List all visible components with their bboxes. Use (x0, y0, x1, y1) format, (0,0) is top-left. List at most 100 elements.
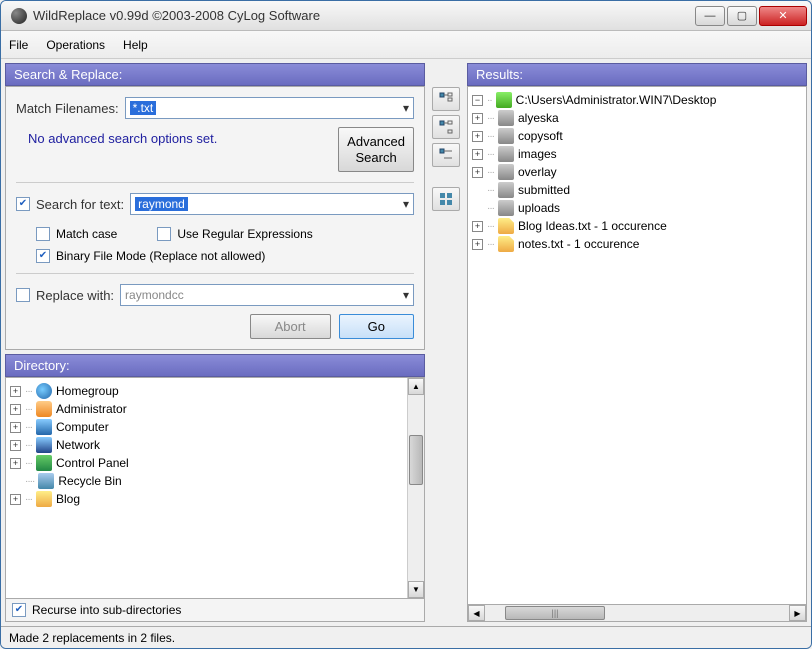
abort-button[interactable]: Abort (250, 314, 331, 339)
expand-icon[interactable]: + (472, 167, 483, 178)
search-body: Match Filenames: *.txt No advanced searc… (5, 86, 425, 350)
binary-mode-checkbox[interactable] (36, 249, 50, 263)
grid-view-button[interactable] (432, 187, 460, 211)
expand-icon[interactable]: + (472, 131, 483, 142)
tree-item[interactable]: +···images (472, 145, 802, 163)
scroll-thumb[interactable]: ||| (505, 606, 605, 620)
expand-icon[interactable]: + (10, 494, 21, 505)
app-window: WildReplace v0.99d ©2003-2008 CyLog Soft… (0, 0, 812, 649)
horizontal-scrollbar[interactable]: ◀ ||| ▶ (467, 605, 807, 622)
tree-item[interactable]: +···Administrator (10, 400, 420, 418)
tree-item[interactable]: ···uploads (472, 199, 802, 217)
search-options: Match case Use Regular Expressions (36, 223, 414, 245)
minimize-button[interactable]: — (695, 6, 725, 26)
match-case-checkbox[interactable] (36, 227, 50, 241)
tree-item[interactable]: +···Computer (10, 418, 420, 436)
search-for-text-checkbox[interactable] (16, 197, 30, 211)
search-for-text-combo[interactable]: raymond (130, 193, 414, 215)
scroll-thumb[interactable] (409, 435, 423, 485)
expand-icon[interactable]: + (10, 404, 21, 415)
regex-label: Use Regular Expressions (177, 227, 312, 241)
menu-operations[interactable]: Operations (46, 38, 105, 52)
match-filenames-label: Match Filenames: (16, 101, 119, 116)
tree-label: Computer (56, 420, 109, 434)
tree-label: copysoft (518, 129, 563, 143)
tree-item[interactable]: +···Blog (10, 490, 420, 508)
tree-view-2-button[interactable] (432, 115, 460, 139)
tree-view-3-button[interactable] (432, 143, 460, 167)
scroll-down-icon[interactable]: ▼ (408, 581, 424, 598)
go-button[interactable]: Go (339, 314, 414, 339)
replace-with-label: Replace with: (36, 288, 114, 303)
directory-tree[interactable]: +···Homegroup +···Administrator +···Comp… (5, 377, 425, 599)
tree-item-root[interactable]: −·· C:\Users\Administrator.WIN7\Desktop (472, 91, 802, 109)
replace-with-row: Replace with: raymondcc (16, 284, 414, 306)
menu-file[interactable]: File (9, 38, 28, 52)
scroll-right-icon[interactable]: ▶ (789, 605, 806, 621)
binary-mode-row: Binary File Mode (Replace not allowed) (36, 249, 414, 263)
expand-icon[interactable]: + (472, 149, 483, 160)
tree-label: Homegroup (56, 384, 119, 398)
tree-label: Network (56, 438, 100, 452)
folder-icon (498, 128, 514, 144)
scroll-up-icon[interactable]: ▲ (408, 378, 424, 395)
match-filenames-row: Match Filenames: *.txt (16, 97, 414, 119)
expand-icon[interactable]: + (10, 386, 21, 397)
match-case-label: Match case (56, 227, 117, 241)
tree-item[interactable]: +···notes.txt - 1 occurence (472, 235, 802, 253)
expand-icon[interactable]: + (10, 440, 21, 451)
folder-icon (498, 182, 514, 198)
expand-icon[interactable]: + (472, 239, 483, 250)
folder-icon (498, 110, 514, 126)
recurse-checkbox[interactable] (12, 603, 26, 617)
advanced-search-button[interactable]: Advanced Search (338, 127, 414, 172)
results-tree[interactable]: −·· C:\Users\Administrator.WIN7\Desktop … (467, 86, 807, 605)
tree-item[interactable]: +···alyeska (472, 109, 802, 127)
tree-item[interactable]: ····Recycle Bin (10, 472, 420, 490)
right-column: Results: −·· C:\Users\Administrator.WIN7… (467, 63, 807, 622)
expand-icon[interactable]: + (472, 113, 483, 124)
collapse-icon[interactable]: − (472, 95, 483, 106)
search-replace-panel: Search & Replace: Match Filenames: *.txt… (5, 63, 425, 350)
directory-panel: Directory: +···Homegroup +···Administrat… (5, 354, 425, 622)
folder-icon (498, 164, 514, 180)
replace-with-checkbox[interactable] (16, 288, 30, 302)
expand-icon[interactable]: + (472, 221, 483, 232)
search-for-text-value: raymond (135, 197, 188, 211)
replace-with-combo[interactable]: raymondcc (120, 284, 414, 306)
toolbar-column (429, 63, 463, 622)
match-filenames-combo[interactable]: *.txt (125, 97, 414, 119)
tree-item[interactable]: +···copysoft (472, 127, 802, 145)
content: Search & Replace: Match Filenames: *.txt… (1, 59, 811, 626)
tree-view-1-button[interactable] (432, 87, 460, 111)
action-buttons: Abort Go (16, 314, 414, 339)
tree-label: images (518, 147, 557, 161)
recycle-bin-icon (38, 473, 54, 489)
app-icon (11, 8, 27, 24)
tree-item[interactable]: +···Network (10, 436, 420, 454)
folder-icon (498, 200, 514, 216)
expand-icon[interactable]: + (10, 458, 21, 469)
results-header: Results: (467, 63, 807, 86)
search-text-row: Search for text: raymond (16, 193, 414, 215)
tree-item[interactable]: +···Homegroup (10, 382, 420, 400)
tree-item[interactable]: ···submitted (472, 181, 802, 199)
folder-icon (36, 491, 52, 507)
tree-label: alyeska (518, 111, 559, 125)
tree-item[interactable]: +···overlay (472, 163, 802, 181)
close-button[interactable]: ✕ (759, 6, 807, 26)
tree-item[interactable]: +···Control Panel (10, 454, 420, 472)
vertical-scrollbar[interactable]: ▲ ▼ (407, 378, 424, 598)
expand-icon[interactable]: + (10, 422, 21, 433)
tree-label: C:\Users\Administrator.WIN7\Desktop (516, 93, 717, 107)
tree-item[interactable]: +···Blog Ideas.txt - 1 occurence (472, 217, 802, 235)
search-header: Search & Replace: (5, 63, 425, 86)
tree-label: notes.txt - 1 occurence (518, 237, 639, 251)
statusbar: Made 2 replacements in 2 files. (1, 626, 811, 648)
maximize-button[interactable]: ▢ (727, 6, 757, 26)
menu-help[interactable]: Help (123, 38, 148, 52)
scroll-left-icon[interactable]: ◀ (468, 605, 485, 621)
regex-checkbox[interactable] (157, 227, 171, 241)
folder-open-icon (496, 92, 512, 108)
network-icon (36, 437, 52, 453)
